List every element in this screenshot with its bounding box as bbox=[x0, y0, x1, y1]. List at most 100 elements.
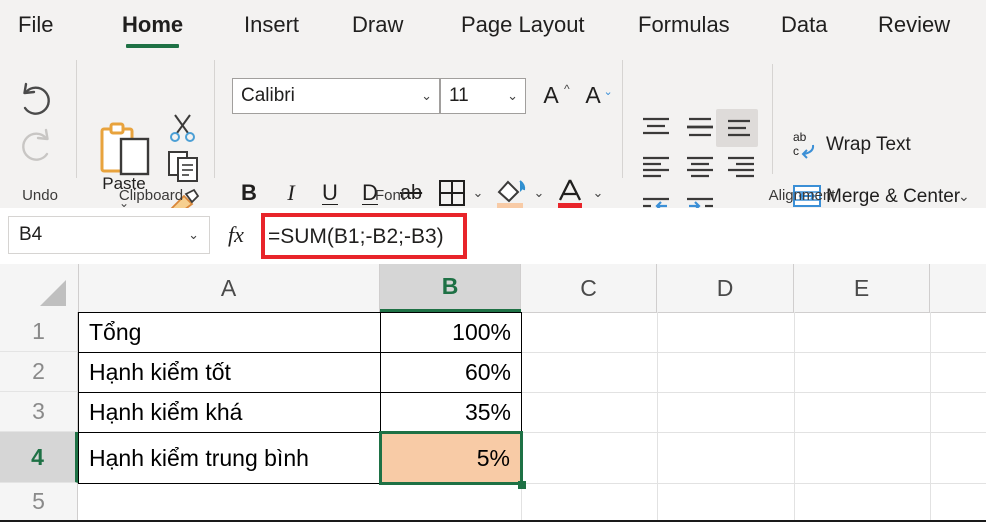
name-box[interactable]: B4 ⌄ bbox=[8, 216, 210, 254]
tab-file-label: File bbox=[18, 12, 54, 37]
grow-font-letter: A bbox=[543, 82, 559, 108]
cell-a4-value: Hạnh kiểm trung bình bbox=[89, 444, 309, 471]
row-header-1-label: 1 bbox=[32, 318, 45, 344]
font-size-box[interactable]: 11 ⌄ bbox=[440, 78, 526, 114]
insert-function-icon[interactable]: fx bbox=[228, 222, 244, 248]
cell-b2[interactable]: 60% bbox=[380, 352, 522, 393]
fill-color-dropdown-caret-icon[interactable]: ⌄ bbox=[531, 182, 547, 204]
caret-down-icon: ⌄ bbox=[603, 86, 613, 98]
decrease-font-size-button[interactable]: A ⌄ bbox=[576, 78, 613, 114]
cell-b2-value: 60% bbox=[464, 359, 511, 385]
align-left-button[interactable] bbox=[637, 153, 675, 183]
gridline-v-e bbox=[794, 312, 795, 521]
group-label-clipboard: Clipboard bbox=[118, 187, 184, 204]
column-header-b[interactable]: B bbox=[380, 264, 521, 312]
tab-review[interactable]: Review bbox=[878, 12, 950, 44]
gridline-h-2 bbox=[521, 392, 986, 393]
increase-font-size-button[interactable]: A ^ bbox=[534, 78, 570, 114]
tab-home[interactable]: Home bbox=[122, 12, 184, 48]
tab-data[interactable]: Data bbox=[781, 12, 827, 44]
font-name-caret-icon[interactable]: ⌄ bbox=[421, 88, 439, 104]
column-header-b-label: B bbox=[441, 273, 459, 299]
column-header-d[interactable]: D bbox=[657, 264, 794, 312]
tab-page-layout-label: Page Layout bbox=[461, 12, 585, 37]
cell-b3[interactable]: 35% bbox=[380, 392, 522, 433]
gridline-h-4 bbox=[521, 483, 986, 484]
formula-text: =SUM(B1;-B2;-B3) bbox=[268, 225, 444, 248]
row-header-4[interactable]: 4 bbox=[0, 432, 78, 483]
bottom-border bbox=[0, 520, 986, 522]
fill-handle[interactable] bbox=[518, 481, 526, 489]
cell-a4[interactable]: Hạnh kiểm trung bình bbox=[78, 432, 381, 484]
column-header-e-label: E bbox=[853, 274, 870, 301]
italic-button[interactable]: I bbox=[278, 178, 304, 208]
cell-a1[interactable]: Tổng bbox=[78, 312, 381, 353]
cell-b4-value: 5% bbox=[476, 444, 510, 471]
group-label-alignment: Alignment bbox=[768, 187, 836, 204]
select-all-triangle-icon bbox=[40, 280, 66, 306]
redo-icon[interactable] bbox=[16, 126, 56, 164]
column-header-a[interactable]: A bbox=[78, 264, 380, 312]
gridline-v-f bbox=[930, 312, 931, 521]
wrap-text-label[interactable]: Wrap Text bbox=[826, 134, 911, 156]
tab-formulas[interactable]: Formulas bbox=[638, 12, 730, 44]
row-header-5[interactable]: 5 bbox=[0, 483, 78, 521]
copy-icon[interactable] bbox=[166, 149, 202, 183]
row-header-1[interactable]: 1 bbox=[0, 312, 78, 352]
group-label-font: Font bbox=[374, 187, 405, 204]
middle-align-button[interactable] bbox=[681, 112, 719, 142]
cell-a3-value: Hạnh kiểm khá bbox=[89, 399, 243, 425]
borders-dropdown-caret-icon[interactable]: ⌄ bbox=[470, 182, 486, 204]
cell-b1[interactable]: 100% bbox=[380, 312, 522, 353]
cell-b4-active[interactable]: 5% bbox=[379, 431, 523, 485]
column-header-d-label: D bbox=[716, 274, 734, 301]
select-all-corner[interactable] bbox=[0, 264, 79, 312]
tab-draw-label: Draw bbox=[352, 12, 404, 37]
name-box-caret-icon[interactable]: ⌄ bbox=[188, 227, 209, 243]
group-divider-2 bbox=[214, 60, 215, 178]
group-divider-3 bbox=[622, 60, 623, 178]
row-header-4-label: 4 bbox=[31, 443, 44, 470]
row-header-5-label: 5 bbox=[32, 488, 45, 514]
svg-text:c: c bbox=[793, 144, 799, 158]
bottom-align-button[interactable] bbox=[716, 109, 758, 147]
wrap-text-icon[interactable]: ab c bbox=[790, 127, 824, 161]
font-size-value: 11 bbox=[449, 85, 469, 106]
tab-data-label: Data bbox=[781, 12, 828, 37]
font-size-caret-icon[interactable]: ⌄ bbox=[507, 88, 525, 104]
font-name-box[interactable]: Calibri ⌄ bbox=[232, 78, 440, 114]
font-name-value: Calibri bbox=[241, 85, 295, 106]
tab-file[interactable]: File bbox=[18, 12, 53, 44]
group-label-undo: Undo bbox=[22, 187, 58, 204]
merge-center-caret-icon[interactable]: ⌄ bbox=[958, 188, 970, 205]
column-header-c[interactable]: C bbox=[521, 264, 657, 312]
row-header-2[interactable]: 2 bbox=[0, 352, 78, 392]
gridline-h-3 bbox=[521, 432, 986, 433]
tab-draw[interactable]: Draw bbox=[352, 12, 403, 44]
tab-insert[interactable]: Insert bbox=[244, 12, 299, 44]
column-header-e[interactable]: E bbox=[794, 264, 930, 312]
undo-icon[interactable] bbox=[16, 80, 56, 118]
top-align-button[interactable] bbox=[637, 112, 675, 142]
cell-b1-value: 100% bbox=[452, 319, 511, 345]
fill-color-icon[interactable] bbox=[492, 174, 528, 212]
cell-a3[interactable]: Hạnh kiểm khá bbox=[78, 392, 381, 433]
bold-button[interactable]: B bbox=[236, 178, 262, 208]
column-header-c-label: C bbox=[580, 274, 597, 301]
excel-window: File Home Insert Draw Page Layout Formul… bbox=[0, 0, 986, 527]
formula-input[interactable]: =SUM(B1;-B2;-B3) bbox=[268, 220, 986, 254]
align-right-button[interactable] bbox=[722, 153, 760, 183]
tab-page-layout[interactable]: Page Layout bbox=[461, 12, 585, 44]
caret-up-icon: ^ bbox=[564, 82, 570, 96]
column-header-f[interactable] bbox=[930, 264, 986, 312]
cell-a2[interactable]: Hạnh kiểm tốt bbox=[78, 352, 381, 393]
font-color-icon[interactable] bbox=[553, 174, 587, 212]
center-align-button[interactable] bbox=[681, 153, 719, 183]
cut-icon[interactable] bbox=[166, 112, 200, 144]
row-header-3-label: 3 bbox=[32, 398, 45, 424]
font-color-dropdown-caret-icon[interactable]: ⌄ bbox=[590, 182, 606, 204]
row-header-3[interactable]: 3 bbox=[0, 392, 78, 432]
tab-home-label: Home bbox=[122, 12, 184, 37]
bold-label: B bbox=[241, 180, 257, 205]
active-tab-indicator bbox=[126, 44, 180, 48]
